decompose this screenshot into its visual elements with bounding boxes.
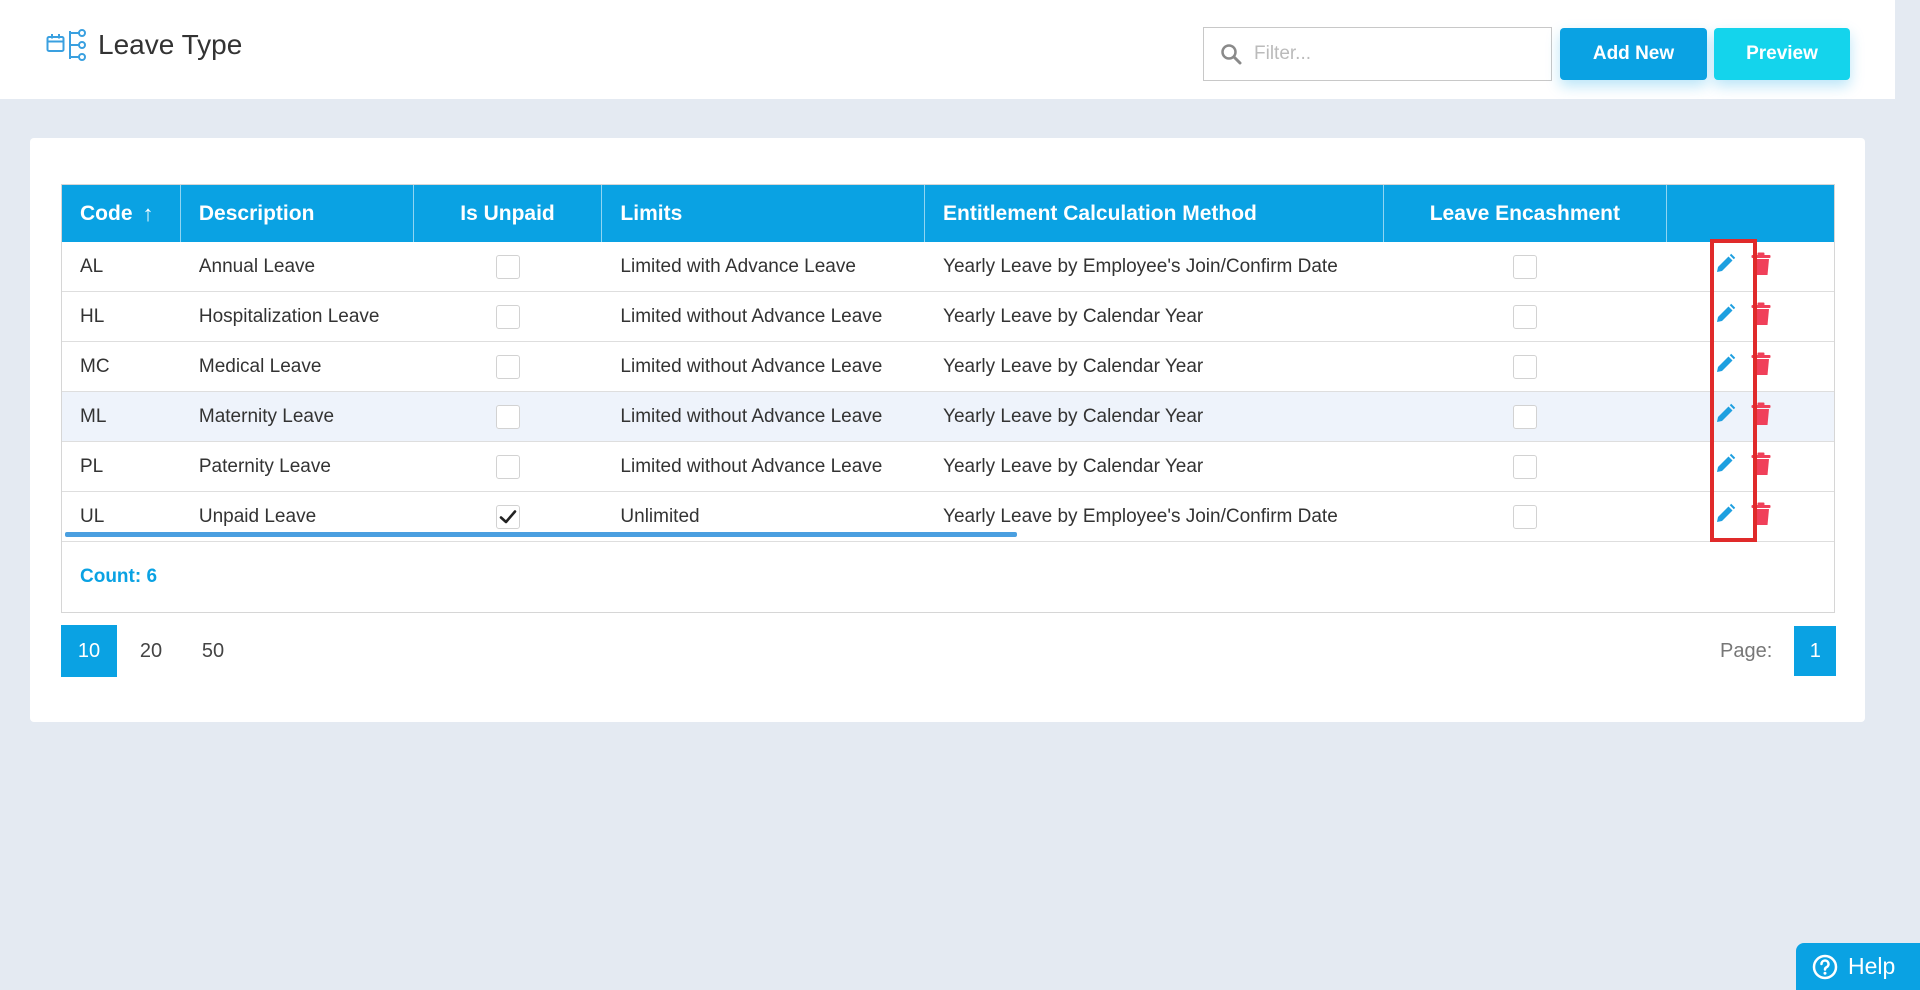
cell-limits: Limited without Advance Leave [620,305,883,327]
is-unpaid-checkbox [496,454,521,479]
cell-limits: Limited with Advance Leave [620,255,856,277]
sort-ascending-icon: ↑ [142,200,154,226]
cell-is-unpaid [414,454,603,479]
cell-entitlement-method: Yearly Leave by Employee's Join/Confirm … [943,505,1338,527]
table-row[interactable]: AL Annual Leave Limited with Advance Leave… [62,242,1834,292]
edit-column-highlight [1710,239,1757,542]
cell-leave-encashment [1384,254,1668,279]
table-row[interactable]: HL Hospitalization Leave Limited without A… [62,292,1834,342]
cell-description: Maternity Leave [198,405,335,427]
cell-code: ML [80,405,107,427]
cell-limits: Unlimited [620,505,700,527]
search-icon [1221,44,1242,65]
cell-is-unpaid [414,304,603,329]
question-circle-icon [1812,954,1838,979]
page-title: Leave Type [98,29,243,60]
column-header-entitlement-method[interactable]: Entitlement Calculation Method [925,185,1384,242]
record-count: Count: 6 [80,566,158,587]
add-new-button[interactable]: Add New [1560,28,1707,80]
cell-limits: Limited without Advance Leave [620,405,883,427]
leave-encashment-checkbox [1513,454,1538,479]
leave-encashment-checkbox [1513,354,1538,379]
cell-description: Unpaid Leave [198,505,317,527]
cell-limits: Limited without Advance Leave [620,455,883,477]
leave-encashment-checkbox [1513,404,1538,429]
table-body: AL Annual Leave Limited with Advance Leave… [62,242,1834,542]
column-header-leave-encashment[interactable]: Leave Encashment [1384,185,1668,242]
cell-entitlement-method: Yearly Leave by Calendar Year [943,355,1204,377]
table-row[interactable]: MC Medical Leave Limited without Advance L… [62,342,1834,392]
preview-button[interactable]: Preview [1714,28,1850,80]
leave-encashment-checkbox [1513,304,1538,329]
page-header: Leave Type [46,27,242,63]
cell-leave-encashment [1384,454,1668,479]
table-header-row: Code ↑ Description Is Unpaid Limits Enti… [62,185,1834,242]
cell-description: Paternity Leave [198,455,331,477]
column-header-description[interactable]: Description [181,185,414,242]
column-header-is-unpaid[interactable]: Is Unpaid [414,185,603,242]
table-row[interactable]: ML Maternity Leave Limited without Advance… [62,392,1834,442]
table-row[interactable]: PL Paternity Leave Limited without Advance… [62,442,1834,492]
cell-code: PL [80,455,104,477]
page-scrollbar[interactable] [1895,0,1920,990]
filter-input[interactable] [1254,43,1534,65]
leave-encashment-checkbox [1513,504,1538,529]
page-size-20[interactable]: 20 [123,625,179,677]
cell-leave-encashment [1384,354,1668,379]
is-unpaid-checkbox [496,404,521,429]
leave-type-table: Code ↑ Description Is Unpaid Limits Enti… [61,184,1835,613]
cell-entitlement-method: Yearly Leave by Employee's Join/Confirm … [943,255,1338,277]
cell-code: UL [80,505,105,527]
column-header-actions [1667,185,1834,242]
table-horizontal-scrollbar[interactable] [65,532,1017,537]
is-unpaid-checkbox [496,304,521,329]
cell-entitlement-method: Yearly Leave by Calendar Year [943,455,1204,477]
page-label: Page: [1720,639,1773,662]
cell-is-unpaid [414,504,603,529]
page-number-1[interactable]: 1 [1794,626,1837,676]
cell-limits: Limited without Advance Leave [620,355,883,377]
help-button[interactable]: Help [1796,943,1920,990]
cell-description: Hospitalization Leave [198,305,380,327]
column-header-code-label: Code [80,201,133,225]
cell-leave-encashment [1384,404,1668,429]
cell-is-unpaid [414,354,603,379]
cell-is-unpaid [414,404,603,429]
top-bar: Leave Type Add New Preview [0,0,1895,99]
leave-encashment-checkbox [1513,254,1538,279]
page-size-selector: 10 20 50 [61,625,241,677]
help-label: Help [1848,953,1896,979]
page-size-50[interactable]: 50 [185,625,241,677]
page-navigator: Page: 1 [1720,626,1837,676]
cell-code: MC [80,355,110,377]
is-unpaid-checkbox [496,504,521,529]
page-size-10[interactable]: 10 [61,625,117,677]
cell-code: HL [80,305,105,327]
cell-entitlement-method: Yearly Leave by Calendar Year [943,305,1204,327]
cell-leave-encashment [1384,304,1668,329]
cell-is-unpaid [414,254,603,279]
leave-type-icon [46,29,86,61]
cell-entitlement-method: Yearly Leave by Calendar Year [943,405,1204,427]
is-unpaid-checkbox [496,254,521,279]
cell-code: AL [80,255,104,277]
is-unpaid-checkbox [496,354,521,379]
cell-description: Medical Leave [198,355,322,377]
column-header-code[interactable]: Code ↑ [62,185,181,242]
column-header-limits[interactable]: Limits [602,185,926,242]
filter-box[interactable] [1203,27,1552,81]
cell-leave-encashment [1384,504,1668,529]
cell-description: Annual Leave [198,255,316,277]
